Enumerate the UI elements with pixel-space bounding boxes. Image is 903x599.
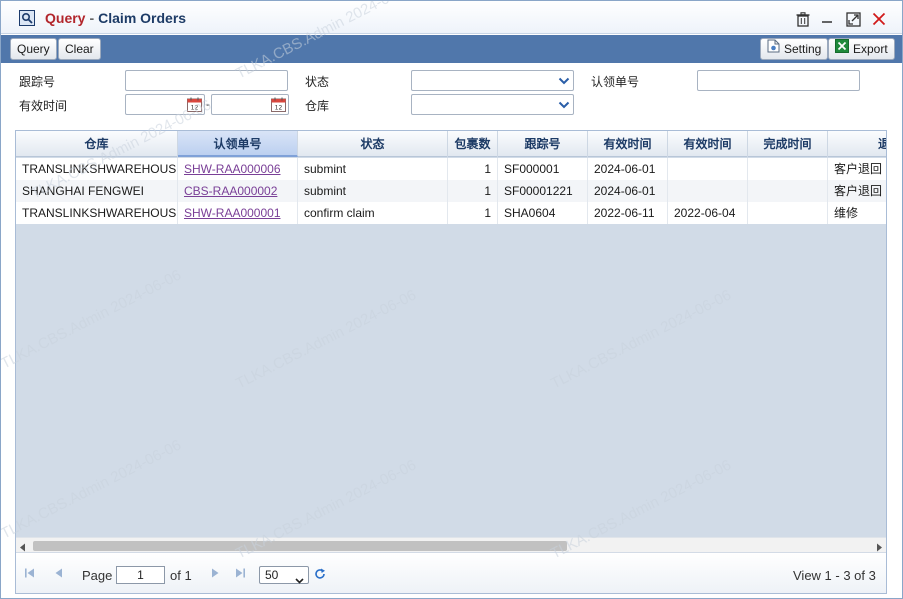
tracking-no-input[interactable] xyxy=(125,70,288,91)
cell-packages: 1 xyxy=(448,158,498,180)
cell-valid-to: 2022-06-04 xyxy=(668,202,748,224)
cell-completed xyxy=(748,180,828,202)
minimize-icon[interactable] xyxy=(818,10,836,28)
clear-button[interactable]: Clear xyxy=(58,38,101,60)
first-page-icon[interactable] xyxy=(24,567,36,582)
search-form: 跟踪号 状态 认领单号 有效时间 12 - 12 仓库 xyxy=(1,63,902,123)
pager: Page 1 of 1 50 View 1 - 3 of 3 xyxy=(16,552,886,593)
query-button[interactable]: Query xyxy=(10,38,57,60)
column-header-valid-from[interactable]: 有效时间 xyxy=(588,131,668,157)
cell-warehouse: TRANSLINKSHWAREHOUSE xyxy=(16,202,178,224)
column-header-warehouse[interactable]: 仓库 xyxy=(16,131,178,157)
scrollbar-thumb[interactable] xyxy=(33,541,567,551)
clear-button-label: Clear xyxy=(65,42,94,56)
status-label: 状态 xyxy=(305,75,330,89)
excel-icon xyxy=(835,39,849,59)
cell-type: 客户退回 xyxy=(834,162,883,176)
claim-no-label: 认领单号 xyxy=(591,75,640,89)
cell-valid-to xyxy=(668,158,748,180)
column-header-type[interactable]: 退 xyxy=(828,131,886,157)
valid-time-label: 有效时间 xyxy=(19,99,68,113)
cell-valid-from: 2024-06-01 xyxy=(588,180,668,202)
column-header-status[interactable]: 状态 xyxy=(298,131,448,157)
column-header-packages[interactable]: 包裹数 xyxy=(448,131,498,157)
next-page-icon[interactable] xyxy=(209,567,221,582)
cell-warehouse: SHANGHAI FENGWEI xyxy=(16,180,178,202)
trash-icon[interactable] xyxy=(794,10,812,28)
status-select[interactable] xyxy=(411,70,574,91)
cell-warehouse: TRANSLINKSHWAREHOUSE xyxy=(16,158,178,180)
svg-text:12: 12 xyxy=(191,105,199,112)
toolbar: Query Clear Setting Export xyxy=(1,35,902,63)
page-size-select[interactable]: 50 xyxy=(259,566,309,584)
cell-tracking: SHA0604 xyxy=(498,202,588,224)
tracking-no-label: 跟踪号 xyxy=(19,75,56,89)
claim-orders-grid: 仓库 认领单号 状态 包裹数 跟踪号 有效时间 有效时间 完成时间 退 TRAN… xyxy=(15,130,887,594)
title-bar: Query - Claim Orders xyxy=(1,1,902,34)
export-button[interactable]: Export xyxy=(828,38,895,60)
view-count: View 1 - 3 of 3 xyxy=(793,568,876,583)
cell-claim-no: SHW-RAA000001 xyxy=(178,202,298,224)
column-header-tracking[interactable]: 跟踪号 xyxy=(498,131,588,157)
refresh-icon[interactable] xyxy=(314,568,326,583)
title-prefix: Query xyxy=(45,10,86,26)
document-setting-icon xyxy=(767,39,780,59)
export-button-label: Export xyxy=(853,42,888,56)
calendar-icon[interactable]: 12 xyxy=(271,97,286,112)
claim-no-link[interactable]: SHW-RAA000006 xyxy=(184,162,281,176)
cell-type: 维修 xyxy=(834,206,859,220)
grid-header: 仓库 认领单号 状态 包裹数 跟踪号 有效时间 有效时间 完成时间 退 xyxy=(16,131,886,157)
cell-completed xyxy=(748,202,828,224)
prev-page-icon[interactable] xyxy=(53,567,65,582)
table-row[interactable]: TRANSLINKSHWAREHOUSE SHW-RAA000006 submi… xyxy=(16,158,886,180)
window-title: Query - Claim Orders xyxy=(45,10,186,26)
cell-claim-no: SHW-RAA000006 xyxy=(178,158,298,180)
warehouse-label: 仓库 xyxy=(305,99,330,113)
last-page-icon[interactable] xyxy=(234,567,246,582)
claim-orders-window: Query - Claim Orders Query Clear Setting E… xyxy=(0,0,903,599)
chevron-down-icon xyxy=(295,572,304,588)
table-row[interactable]: SHANGHAI FENGWEI CBS-RAA000002 submint 1… xyxy=(16,180,886,202)
cell-valid-to xyxy=(668,180,748,202)
setting-button[interactable]: Setting xyxy=(760,38,829,60)
svg-text:12: 12 xyxy=(275,105,283,112)
claim-no-link[interactable]: SHW-RAA000001 xyxy=(184,206,281,220)
cell-claim-no: CBS-RAA000002 xyxy=(178,180,298,202)
title-separator: - xyxy=(89,10,95,26)
maximize-icon[interactable] xyxy=(844,10,862,28)
valid-time-to-input[interactable]: 12 xyxy=(211,94,289,115)
cell-valid-from: 2024-06-01 xyxy=(588,158,668,180)
cell-status: submint xyxy=(298,158,448,180)
chevron-down-icon[interactable] xyxy=(555,71,573,90)
setting-button-label: Setting xyxy=(784,42,822,56)
warehouse-select[interactable] xyxy=(411,94,574,115)
cell-tracking: SF000001 xyxy=(498,158,588,180)
claim-no-input[interactable] xyxy=(697,70,860,91)
search-window-icon xyxy=(19,10,35,26)
cell-completed xyxy=(748,158,828,180)
table-row[interactable]: TRANSLINKSHWAREHOUSE SHW-RAA000001 confi… xyxy=(16,202,886,224)
page-number-input[interactable]: 1 xyxy=(116,566,165,584)
column-header-completed[interactable]: 完成时间 xyxy=(748,131,828,157)
cell-packages: 1 xyxy=(448,180,498,202)
cell-status: confirm claim xyxy=(298,202,448,224)
valid-time-from-input[interactable]: 12 xyxy=(125,94,205,115)
cell-tracking: SF00001221 xyxy=(498,180,588,202)
claim-no-link[interactable]: CBS-RAA000002 xyxy=(184,184,277,198)
column-header-valid-to[interactable]: 有效时间 xyxy=(668,131,748,157)
page-label: Page xyxy=(82,568,113,583)
close-icon[interactable] xyxy=(870,10,888,28)
valid-time-separator: - xyxy=(206,97,210,111)
query-button-label: Query xyxy=(17,42,50,56)
horizontal-scrollbar[interactable] xyxy=(16,537,886,552)
cell-type: 客户退回 xyxy=(834,184,883,198)
column-header-claim-no[interactable]: 认领单号 xyxy=(178,131,298,157)
page-of-label: of 1 xyxy=(170,568,192,583)
cell-packages: 1 xyxy=(448,202,498,224)
title-text: Claim Orders xyxy=(98,10,187,26)
cell-valid-from: 2022-06-11 xyxy=(588,202,668,224)
cell-status: submint xyxy=(298,180,448,202)
calendar-icon[interactable]: 12 xyxy=(187,97,202,112)
chevron-down-icon[interactable] xyxy=(555,95,573,114)
